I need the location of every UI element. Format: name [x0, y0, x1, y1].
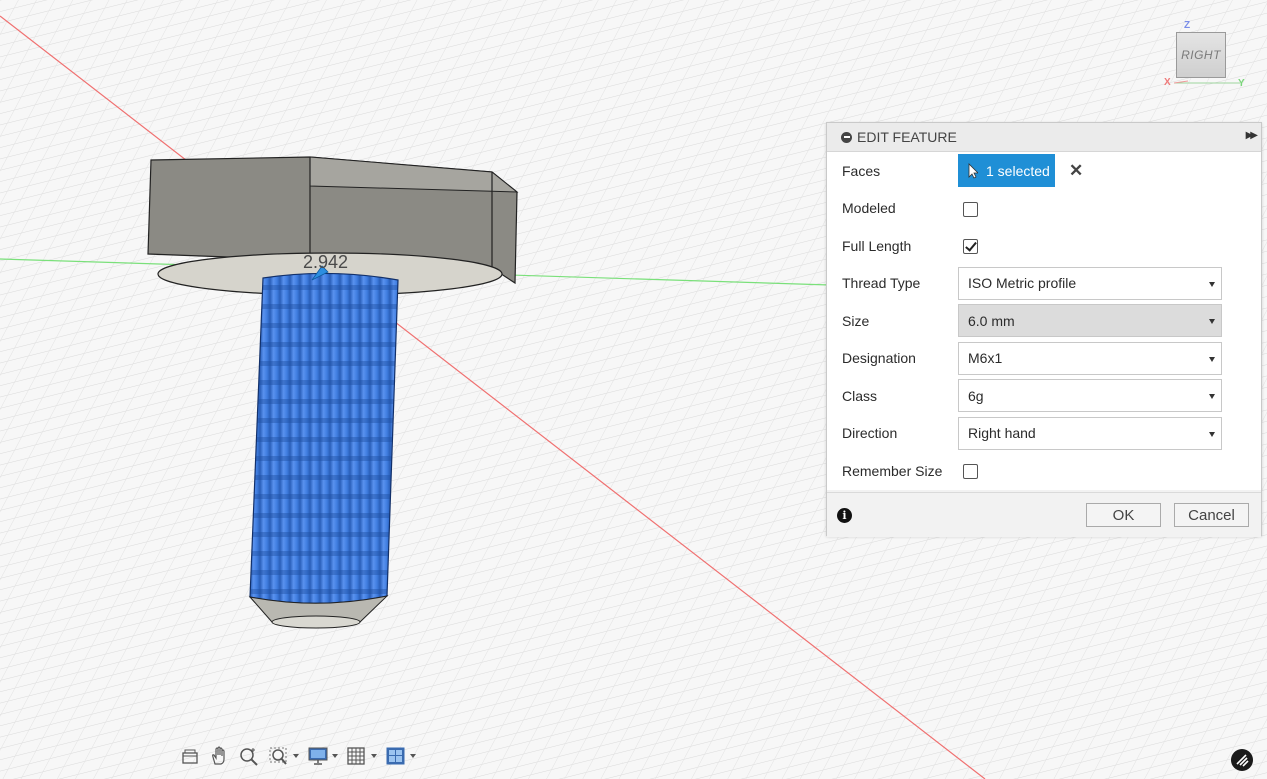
chevron-down-icon: [1209, 356, 1215, 362]
faces-select-button[interactable]: 1 selected: [958, 154, 1055, 187]
panel-rows: Faces 1 selected ✕ Modeled Full Length T…: [827, 152, 1261, 490]
chevron-down-icon: [1209, 319, 1215, 325]
panel-footer: i OK Cancel: [827, 492, 1261, 537]
clear-selection-icon[interactable]: ✕: [1069, 161, 1083, 181]
full-length-label: Full Length: [842, 237, 912, 254]
size-label: Size: [842, 312, 870, 329]
class-value: 6g: [968, 387, 984, 404]
modeled-checkbox[interactable]: [963, 201, 978, 217]
expand-panel-icon[interactable]: ▶▶: [1246, 130, 1259, 141]
row-designation: Designation M6x1: [827, 340, 1261, 378]
row-thread-type: Thread Type ISO Metric profile: [827, 265, 1261, 303]
ok-button[interactable]: OK: [1086, 503, 1161, 527]
z-axis-label: Z: [1184, 20, 1191, 31]
class-dropdown[interactable]: 6g: [958, 379, 1222, 413]
direction-dropdown[interactable]: Right hand: [958, 416, 1222, 450]
row-remember-size: Remember Size: [827, 452, 1261, 490]
navigation-toolbar: [180, 742, 424, 770]
chevron-down-icon: [1209, 394, 1215, 400]
chevron-down-icon: [293, 754, 299, 758]
designation-dropdown[interactable]: M6x1: [958, 341, 1222, 375]
modeled-label: Modeled: [842, 200, 896, 217]
x-axis-label: X: [1164, 77, 1171, 88]
grid-settings-icon[interactable]: [346, 746, 377, 766]
viewports-icon[interactable]: [385, 746, 416, 766]
text-commands-icon[interactable]: [1231, 749, 1253, 771]
row-modeled: Modeled: [827, 190, 1261, 228]
cancel-button[interactable]: Cancel: [1174, 503, 1249, 527]
threaded-shaft: [248, 272, 399, 629]
thread-type-dropdown[interactable]: ISO Metric profile: [958, 266, 1222, 300]
designation-value: M6x1: [968, 350, 1003, 367]
camera-icon[interactable]: [180, 747, 200, 765]
size-value: 6.0 mm: [968, 312, 1015, 329]
info-icon[interactable]: i: [837, 508, 852, 523]
panel-header: EDIT FEATURE ▶▶: [827, 123, 1261, 152]
direction-label: Direction: [842, 425, 898, 442]
remember-size-label: Remember Size: [842, 462, 943, 479]
remember-size-checkbox[interactable]: [963, 464, 978, 480]
chevron-down-icon: [1209, 281, 1215, 287]
chevron-down-icon: [410, 754, 416, 758]
thread-type-value: ISO Metric profile: [968, 275, 1077, 292]
row-direction: Direction Right hand: [827, 415, 1261, 453]
view-cube[interactable]: Z RIGHT X Y: [1160, 20, 1250, 92]
edit-feature-panel: EDIT FEATURE ▶▶ Faces 1 selected ✕ Model…: [826, 122, 1262, 537]
dimension-value[interactable]: 2.942: [303, 252, 348, 273]
chevron-down-icon: [1209, 431, 1215, 437]
thread-type-label: Thread Type: [842, 275, 921, 292]
collapse-icon[interactable]: [841, 131, 852, 143]
row-size: Size 6.0 mm: [827, 302, 1261, 340]
full-length-checkbox[interactable]: [963, 239, 978, 255]
panel-title: EDIT FEATURE: [857, 129, 957, 145]
direction-value: Right hand: [968, 425, 1036, 442]
size-dropdown[interactable]: 6.0 mm: [958, 304, 1222, 338]
designation-label: Designation: [842, 350, 916, 367]
faces-label: Faces: [842, 162, 881, 179]
class-label: Class: [842, 387, 878, 404]
cube-face-right[interactable]: RIGHT: [1176, 32, 1226, 78]
zoom-window-icon[interactable]: [268, 746, 299, 766]
display-settings-icon[interactable]: [307, 746, 338, 766]
y-axis-label: Y: [1238, 78, 1245, 89]
faces-selection-count: 1 selected: [986, 162, 1050, 179]
row-class: Class 6g: [827, 377, 1261, 415]
row-full-length: Full Length: [827, 227, 1261, 265]
chevron-down-icon: [371, 754, 377, 758]
chevron-down-icon: [332, 754, 338, 758]
zoom-icon[interactable]: [238, 746, 260, 766]
pan-hand-icon[interactable]: [208, 746, 230, 766]
select-cursor-icon: [968, 162, 978, 179]
row-faces: Faces 1 selected ✕: [827, 152, 1261, 190]
